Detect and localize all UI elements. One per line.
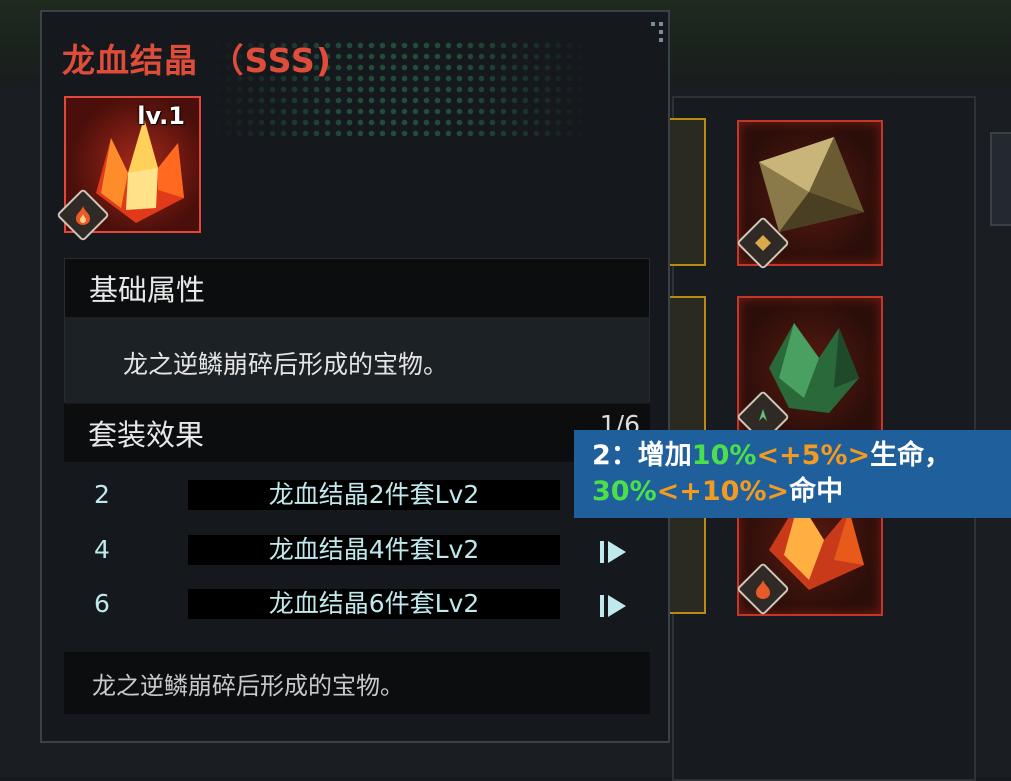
set-pieces: 4 (94, 535, 110, 564)
hit-bonus: <+10%> (656, 476, 790, 507)
fire-badge-icon (66, 198, 100, 232)
hp-suffix: 生命， (870, 440, 952, 471)
inventory-item-green-crystal[interactable] (736, 296, 883, 444)
hp-value: 10% (691, 440, 757, 471)
set-bonus-row[interactable]: 2 龙血结晶2件套Lv2 (64, 476, 650, 516)
hp-bonus: <+5%> (756, 440, 871, 471)
base-attributes-section: 基础属性 龙之逆鳞崩碎后形成的宝物。 (64, 258, 650, 403)
hit-suffix: 命中 (789, 476, 844, 507)
set-bonus-name: 龙血结晶4件套Lv2 (188, 535, 560, 565)
popup-line-2: 30%<+10%>命中 (592, 474, 1011, 510)
set-bonus-name: 龙血结晶6件套Lv2 (188, 589, 560, 619)
hit-value: 30% (592, 476, 657, 507)
set-pieces: 6 (94, 589, 110, 618)
set-effects-heading-bar: 套装效果 1/6 (64, 404, 650, 462)
item-tooltip: 龙血结晶 （SSS) lv.1 基础属性 龙之逆鳞崩碎后形成的宝物。 套装效果 … (40, 10, 670, 743)
set-bonus-name: 龙血结晶2件套Lv2 (188, 480, 560, 510)
set-effect-popup: 2：增加10%<+5%>生命， 30%<+10%>命中 (574, 430, 1011, 518)
item-icon-frame[interactable]: lv.1 (56, 96, 201, 242)
set-effects-section: 套装效果 1/6 2 龙血结晶2件套Lv2 4 龙血结晶4件套Lv2 6 龙血结… (64, 404, 650, 648)
set-effects-heading: 套装效果 (88, 418, 205, 452)
dot-grid-icon (651, 22, 665, 44)
popup-prefix: 2：增加 (592, 440, 692, 471)
set-pieces: 2 (94, 480, 110, 509)
base-attributes-heading: 基础属性 (65, 259, 649, 317)
set-bonus-row[interactable]: 6 龙血结晶6件套Lv2 (64, 585, 650, 625)
popup-line-1: 2：增加10%<+5%>生命， (592, 438, 1011, 474)
inventory-item-pyramid[interactable] (736, 120, 883, 270)
play-icon[interactable] (600, 595, 630, 617)
play-icon[interactable] (600, 541, 630, 563)
base-attributes-description: 龙之逆鳞崩碎后形成的宝物。 (65, 317, 649, 403)
item-footer-description: 龙之逆鳞崩碎后形成的宝物。 (64, 652, 650, 714)
set-bonus-row[interactable]: 4 龙血结晶4件套Lv2 (64, 531, 650, 571)
item-title: 龙血结晶 （SSS) (62, 41, 332, 80)
inventory-slot-edge[interactable] (990, 132, 1011, 226)
item-level: lv.1 (137, 102, 185, 130)
